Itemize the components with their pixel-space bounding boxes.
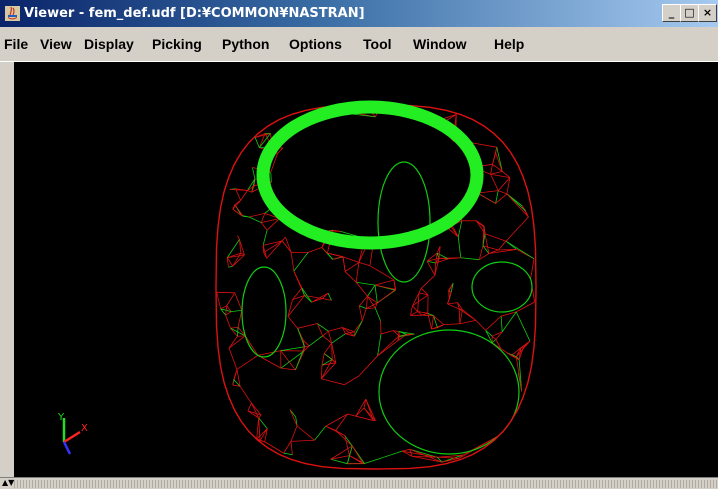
split-arrows-icon[interactable]: ▲▼ [2, 478, 14, 488]
menu-picking[interactable]: Picking [152, 36, 202, 52]
axis-triad-icon: Y X [57, 412, 88, 455]
menu-view[interactable]: View [40, 36, 72, 52]
window-title: Viewer - fem_def.udf [D:¥COMMON¥NASTRAN] [24, 6, 365, 21]
menu-file[interactable]: File [4, 36, 28, 52]
minimize-button[interactable]: _ [662, 4, 681, 22]
window-controls: _ □ × [660, 4, 718, 22]
menu-tool[interactable]: Tool [363, 36, 392, 52]
menu-display[interactable]: Display [84, 36, 134, 52]
left-border [0, 62, 14, 477]
menu-window[interactable]: Window [413, 36, 467, 52]
menu-options[interactable]: Options [289, 36, 342, 52]
menu-help[interactable]: Help [494, 36, 524, 52]
fem-model-view[interactable]: Y X [14, 62, 718, 477]
title-bar[interactable]: Viewer - fem_def.udf [D:¥COMMON¥NASTRAN]… [0, 0, 718, 27]
splitter-handle[interactable] [14, 480, 718, 488]
green-ring-edge [256, 100, 484, 250]
menu-python[interactable]: Python [222, 36, 269, 52]
axis-x-label: X [81, 423, 88, 434]
menu-bar: File View Display Picking Python Options… [0, 27, 718, 62]
3d-viewport[interactable]: Y X [14, 62, 718, 477]
bottom-split-bar[interactable]: ▲▼ [0, 477, 718, 489]
viewer-window: Viewer - fem_def.udf [D:¥COMMON¥NASTRAN]… [0, 0, 718, 489]
close-button[interactable]: × [698, 4, 717, 22]
axis-y-label: Y [57, 412, 65, 423]
java-app-icon[interactable] [5, 6, 20, 21]
maximize-button[interactable]: □ [680, 4, 699, 22]
